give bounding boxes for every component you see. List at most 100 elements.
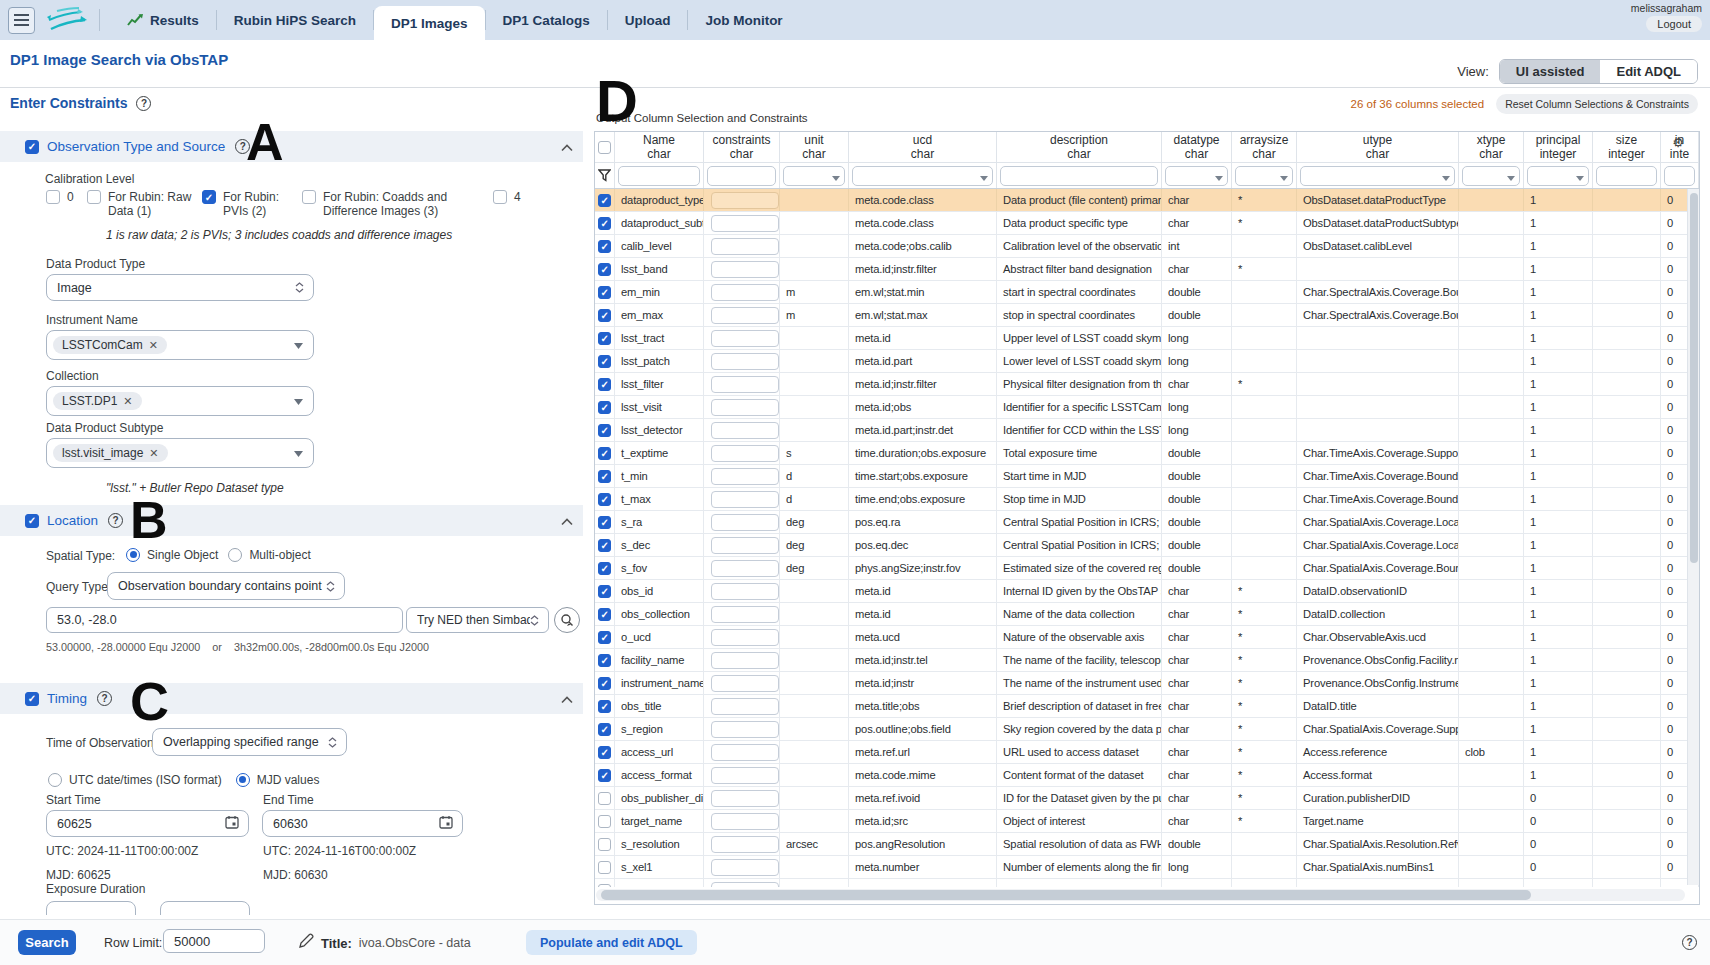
row-checkbox[interactable]: ✓ xyxy=(598,654,611,667)
logout-button[interactable]: Logout xyxy=(1646,16,1702,32)
table-row-t_max[interactable]: ✓t_maxdtime.end;obs.exposureStop time in… xyxy=(595,488,1699,511)
column-header-constraints[interactable]: constraintschar xyxy=(704,132,780,162)
help-icon[interactable]: ? xyxy=(97,691,112,706)
column-header-datatype[interactable]: datatypechar xyxy=(1162,132,1232,162)
remove-chip-icon[interactable]: ✕ xyxy=(123,395,132,408)
constraint-input[interactable] xyxy=(711,790,779,807)
constraint-input[interactable] xyxy=(711,215,779,232)
tab-job-monitor[interactable]: Job Monitor xyxy=(688,0,799,40)
table-row-access_url[interactable]: ✓access_urlmeta.ref.urlURL used to acces… xyxy=(595,741,1699,764)
constraint-input[interactable] xyxy=(711,813,779,830)
constraint-input[interactable] xyxy=(711,376,779,393)
row-checkbox[interactable]: ✓ xyxy=(598,746,611,759)
table-row-obs_publisher_did[interactable]: obs_publisher_didmeta.ref.ivoidID for th… xyxy=(595,787,1699,810)
table-row-t_exptime[interactable]: ✓t_exptimestime.duration;obs.exposureTot… xyxy=(595,442,1699,465)
section-checkbox[interactable]: ✓ xyxy=(25,514,39,528)
constraint-input[interactable] xyxy=(711,307,779,324)
collection-select[interactable]: LSST.DP1✕ xyxy=(46,386,314,416)
row-checkbox[interactable]: ✓ xyxy=(598,447,611,460)
collapse-icon[interactable] xyxy=(561,690,573,708)
row-checkbox[interactable]: ✓ xyxy=(598,355,611,368)
filter-input[interactable] xyxy=(1664,166,1695,186)
column-header-ucd[interactable]: ucdchar xyxy=(849,132,997,162)
row-checkbox[interactable]: ✓ xyxy=(598,700,611,713)
row-checkbox[interactable]: ✓ xyxy=(598,263,611,276)
filter-input[interactable] xyxy=(852,166,993,186)
data-product-subtype-select[interactable]: lsst.visit_image✕ xyxy=(46,438,314,468)
table-row-em_max[interactable]: ✓em_maxmem.wl;stat.maxstop in spectral c… xyxy=(595,304,1699,327)
constraint-input[interactable] xyxy=(711,422,779,439)
constraint-input[interactable] xyxy=(711,767,779,784)
resolve-search-button[interactable] xyxy=(554,607,580,633)
horizontal-scrollbar[interactable] xyxy=(596,889,1685,901)
table-row-obs_collection[interactable]: ✓obs_collectionmeta.idName of the data c… xyxy=(595,603,1699,626)
calibration-option[interactable]: ✓For Rubin: PVIs (2) xyxy=(202,190,302,218)
section-checkbox[interactable]: ✓ xyxy=(25,692,39,706)
reset-columns-button[interactable]: Reset Column Selections & Constraints xyxy=(1496,94,1698,114)
filter-input[interactable] xyxy=(1300,166,1455,186)
table-row-o_ucd[interactable]: ✓o_ucdmeta.ucdNature of the observable a… xyxy=(595,626,1699,649)
search-button[interactable]: Search xyxy=(18,930,76,955)
column-header-name[interactable]: Namechar xyxy=(615,132,704,162)
section-checkbox[interactable]: ✓ xyxy=(25,140,39,154)
coordinates-input[interactable]: 53.0, -28.0 xyxy=(46,607,403,633)
tab-dp1-images[interactable]: DP1 Images xyxy=(374,6,485,40)
help-icon-bottom[interactable]: ? xyxy=(1682,935,1697,950)
table-row-lsst_band[interactable]: ✓lsst_bandmeta.id;instr.filterAbstract f… xyxy=(595,258,1699,281)
row-checkbox[interactable]: ✓ xyxy=(598,217,611,230)
row-checkbox[interactable]: ✓ xyxy=(598,677,611,690)
row-checkbox[interactable]: ✓ xyxy=(598,401,611,414)
column-header-arraysize[interactable]: arraysizechar xyxy=(1232,132,1297,162)
spatial-type-radio[interactable]: Multi-object xyxy=(228,548,310,562)
tab-rubin-hips-search[interactable]: Rubin HiPS Search xyxy=(217,0,373,40)
tab-upload[interactable]: Upload xyxy=(608,0,688,40)
row-checkbox[interactable]: ✓ xyxy=(598,194,611,207)
constraint-input[interactable] xyxy=(711,675,779,692)
row-checkbox[interactable] xyxy=(598,861,611,874)
table-row-lsst_patch[interactable]: ✓lsst_patchmeta.id.partLower level of LS… xyxy=(595,350,1699,373)
row-checkbox[interactable] xyxy=(598,815,611,828)
view-edit-adql-button[interactable]: Edit ADQL xyxy=(1600,60,1697,83)
calendar-icon[interactable] xyxy=(439,815,453,832)
tab-dp1-catalogs[interactable]: DP1 Catalogs xyxy=(486,0,607,40)
collapse-icon[interactable] xyxy=(561,138,573,156)
table-row-lsst_detector[interactable]: ✓lsst_detectormeta.id.part;instr.detIden… xyxy=(595,419,1699,442)
view-ui-assisted-button[interactable]: UI assisted xyxy=(1500,60,1601,83)
calibration-option[interactable]: 4 xyxy=(493,190,533,204)
column-header-principal[interactable]: principalinteger xyxy=(1524,132,1593,162)
row-checkbox[interactable]: ✓ xyxy=(598,631,611,644)
constraint-input[interactable] xyxy=(711,744,779,761)
table-row-em_min[interactable]: ✓em_minmem.wl;stat.minstart in spectral … xyxy=(595,281,1699,304)
table-row-calib_level[interactable]: ✓calib_levelmeta.code;obs.calibCalibrati… xyxy=(595,235,1699,258)
filter-input[interactable] xyxy=(1596,166,1657,186)
table-row-t_min[interactable]: ✓t_mindtime.start;obs.exposureStart time… xyxy=(595,465,1699,488)
time-of-observation-select[interactable]: Overlapping specified range xyxy=(152,728,347,756)
row-checkbox[interactable]: ✓ xyxy=(598,378,611,391)
section-location[interactable]: ✓ Location ? xyxy=(0,505,583,536)
table-row-dataproduct_type[interactable]: ✓dataproduct_typemeta.code.classData pro… xyxy=(595,189,1699,212)
calibration-option[interactable]: For Rubin: Coadds and Difference Images … xyxy=(302,190,493,218)
start-time-input[interactable]: 60625 xyxy=(46,810,249,837)
vertical-scrollbar[interactable] xyxy=(1687,189,1699,885)
table-row-partial[interactable] xyxy=(595,879,1699,887)
row-checkbox[interactable]: ✓ xyxy=(598,562,611,575)
column-header-description[interactable]: descriptionchar xyxy=(997,132,1162,162)
data-product-type-select[interactable]: Image xyxy=(46,274,314,301)
constraint-input[interactable] xyxy=(711,491,779,508)
table-row-s_resolution[interactable]: s_resolutionarcsecpos.angResolutionSpati… xyxy=(595,833,1699,856)
row-checkbox[interactable]: ✓ xyxy=(598,286,611,299)
spatial-type-radio[interactable]: Single Object xyxy=(126,548,218,562)
collapse-icon[interactable] xyxy=(561,512,573,530)
constraint-input[interactable] xyxy=(711,399,779,416)
table-row-s_dec[interactable]: ✓s_decdegpos.eq.decCentral Spatial Posit… xyxy=(595,534,1699,557)
constraint-input[interactable] xyxy=(711,629,779,646)
table-row-access_format[interactable]: ✓access_formatmeta.code.mimeContent form… xyxy=(595,764,1699,787)
tab-results[interactable]: Results xyxy=(110,0,216,40)
constraint-input[interactable] xyxy=(711,284,779,301)
row-checkbox[interactable]: ✓ xyxy=(598,493,611,506)
query-type-select[interactable]: Observation boundary contains point xyxy=(107,572,345,600)
constraint-input[interactable] xyxy=(711,583,779,600)
calendar-icon[interactable] xyxy=(225,815,239,832)
section-observation-type[interactable]: ✓ Observation Type and Source ? xyxy=(0,131,583,162)
menu-icon[interactable] xyxy=(8,7,35,34)
